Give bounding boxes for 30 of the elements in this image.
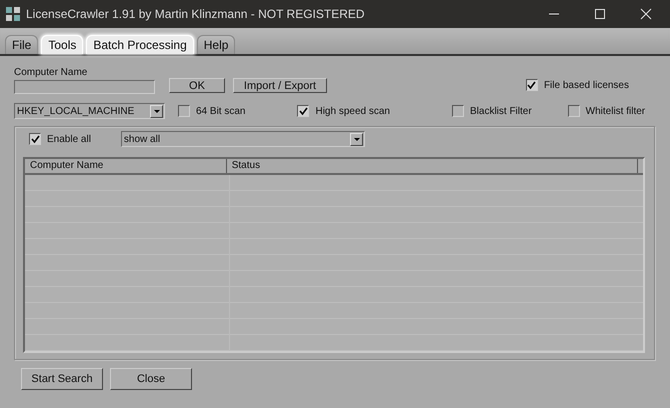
filter-dropdown[interactable]: show all — [120, 131, 365, 147]
menu-tab[interactable]: Tools — [41, 35, 84, 54]
checkbox-label: 64 Bit scan — [196, 106, 246, 116]
checkbox-label: Enable all — [47, 134, 91, 144]
menu-tab[interactable]: File — [5, 35, 38, 54]
registry-dropdown[interactable]: HKEY_LOCAL_MACHINE — [14, 103, 165, 119]
checkbox[interactable] — [178, 105, 190, 117]
checkbox[interactable] — [29, 133, 41, 145]
menu-tab[interactable]: Help — [196, 35, 236, 54]
app-icon — [6, 7, 20, 21]
checkbox-label: High speed scan — [315, 106, 390, 116]
checkbox-label: File based licenses — [544, 80, 629, 90]
close-icon[interactable] — [640, 8, 652, 20]
window-title: LicenseCrawler 1.91 by Martin Klinzmann - NOT REGISTERED — [26, 7, 365, 21]
checkbox[interactable] — [452, 105, 464, 117]
checkbox[interactable] — [568, 105, 580, 117]
start-search-button[interactable]: Start Search — [21, 368, 103, 390]
ok-button[interactable]: OK — [169, 78, 225, 93]
checkbox[interactable] — [526, 79, 538, 91]
import-export-button[interactable]: Import / Export — [233, 78, 327, 93]
column-header[interactable]: Status — [226, 159, 638, 173]
checkbox[interactable] — [297, 105, 310, 117]
maximize-icon[interactable] — [594, 8, 606, 20]
column-header[interactable]: Computer Name — [25, 159, 227, 173]
close-button[interactable]: Close — [110, 368, 192, 390]
computer-name-field[interactable] — [14, 80, 155, 94]
checkbox-label: Whitelist filter — [586, 106, 646, 116]
checkbox-label: Blacklist Filter — [470, 106, 532, 116]
menu-tab[interactable]: Batch Processing — [86, 35, 194, 54]
field-label: Computer Name — [14, 67, 88, 78]
